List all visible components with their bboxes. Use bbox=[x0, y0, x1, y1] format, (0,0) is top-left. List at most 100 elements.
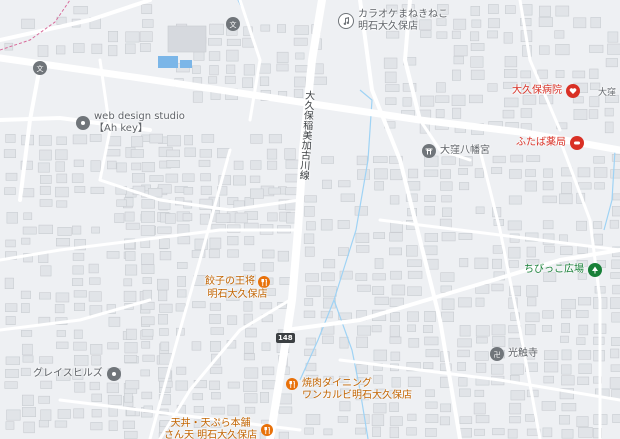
building bbox=[124, 342, 138, 354]
building bbox=[74, 354, 89, 366]
building bbox=[141, 162, 155, 173]
building bbox=[544, 245, 555, 253]
building bbox=[250, 160, 262, 170]
building bbox=[5, 316, 16, 325]
poi-webdesign[interactable]: web design studio 【Ah key】 bbox=[76, 111, 185, 135]
music-note-icon bbox=[338, 13, 354, 29]
building bbox=[176, 366, 187, 375]
building bbox=[561, 364, 572, 375]
building bbox=[304, 206, 315, 217]
building bbox=[149, 133, 163, 144]
building bbox=[424, 195, 436, 202]
building bbox=[578, 350, 592, 360]
poi-tempura[interactable]: 天丼・天ぷら本舗 さん天 明石大久保店 bbox=[164, 418, 274, 439]
building bbox=[244, 367, 259, 379]
building bbox=[487, 83, 498, 92]
route-shield: 148 bbox=[276, 333, 295, 343]
poi-chibikko[interactable]: ちびっこ広場 bbox=[524, 263, 602, 277]
poi-karaoke[interactable]: カラオケまねきねこ 明石大久保店 bbox=[338, 9, 448, 33]
building bbox=[356, 363, 368, 374]
building bbox=[55, 292, 70, 303]
building bbox=[575, 310, 589, 318]
building bbox=[159, 251, 172, 261]
building bbox=[425, 349, 440, 358]
building bbox=[554, 30, 565, 39]
building bbox=[259, 302, 273, 310]
building bbox=[40, 380, 53, 389]
poi-shrine[interactable]: 大窪八幡宮 bbox=[422, 144, 490, 158]
building bbox=[91, 226, 100, 234]
poi-gyoza[interactable]: 餃子の王将 明石大久保店 bbox=[205, 276, 270, 301]
building bbox=[407, 181, 421, 191]
building bbox=[157, 226, 172, 234]
building bbox=[208, 248, 220, 259]
building bbox=[234, 212, 248, 224]
building bbox=[405, 245, 418, 257]
building bbox=[243, 300, 253, 312]
building bbox=[90, 186, 105, 194]
building bbox=[125, 31, 140, 43]
building bbox=[5, 239, 16, 248]
building bbox=[555, 70, 565, 79]
building bbox=[526, 285, 539, 297]
building bbox=[55, 238, 70, 247]
building bbox=[543, 361, 559, 373]
building bbox=[276, 51, 289, 63]
building bbox=[22, 355, 34, 363]
building bbox=[453, 45, 468, 57]
building bbox=[560, 335, 569, 343]
building bbox=[508, 260, 519, 268]
building bbox=[577, 297, 592, 306]
building bbox=[573, 109, 588, 121]
building bbox=[6, 409, 21, 421]
building bbox=[593, 233, 604, 246]
building bbox=[526, 246, 536, 258]
building bbox=[5, 303, 18, 313]
building bbox=[243, 64, 255, 76]
poi-school-top[interactable]: 文 bbox=[226, 17, 240, 31]
building bbox=[72, 265, 84, 275]
building bbox=[610, 364, 620, 372]
pool-small bbox=[180, 60, 192, 68]
building bbox=[441, 311, 454, 322]
building bbox=[22, 226, 37, 235]
building bbox=[211, 392, 221, 400]
building bbox=[407, 286, 422, 296]
building bbox=[259, 391, 269, 403]
building bbox=[56, 136, 67, 145]
building bbox=[321, 156, 334, 164]
building bbox=[131, 162, 142, 171]
building bbox=[439, 169, 451, 179]
poi-temple-label: 光触寺 bbox=[508, 348, 538, 359]
building bbox=[578, 324, 589, 336]
poi-yakiniku[interactable]: 焼肉ダイニング ワンカルビ明石大久保店 bbox=[286, 378, 412, 402]
poi-temple[interactable]: 卍 光触寺 bbox=[490, 347, 538, 361]
building bbox=[5, 356, 20, 365]
building bbox=[504, 5, 516, 14]
building bbox=[526, 297, 537, 307]
poi-school-left[interactable]: 文 bbox=[33, 61, 47, 75]
building bbox=[424, 206, 435, 216]
building bbox=[339, 401, 351, 412]
building bbox=[457, 362, 466, 371]
building bbox=[177, 275, 187, 287]
building bbox=[149, 175, 164, 182]
poi-grace[interactable]: グレイスヒルズ bbox=[33, 367, 121, 381]
building bbox=[385, 84, 400, 92]
building bbox=[90, 160, 101, 172]
building bbox=[475, 362, 487, 373]
building bbox=[142, 277, 152, 284]
poi-pharmacy[interactable]: ふたば薬局 bbox=[516, 136, 584, 150]
building bbox=[141, 199, 156, 209]
building bbox=[607, 31, 619, 43]
building bbox=[277, 24, 286, 33]
building bbox=[22, 343, 33, 356]
building bbox=[573, 17, 587, 29]
building bbox=[39, 356, 54, 364]
poi-hospital[interactable]: 大久保病院 bbox=[512, 84, 580, 98]
map-canvas[interactable]: 148 大久保稲美加古川線 カラオケまねきねこ 明石大久保店 文 文 web d… bbox=[0, 0, 620, 439]
building bbox=[560, 309, 571, 319]
building bbox=[491, 167, 503, 174]
building bbox=[610, 297, 620, 310]
building bbox=[470, 42, 485, 51]
